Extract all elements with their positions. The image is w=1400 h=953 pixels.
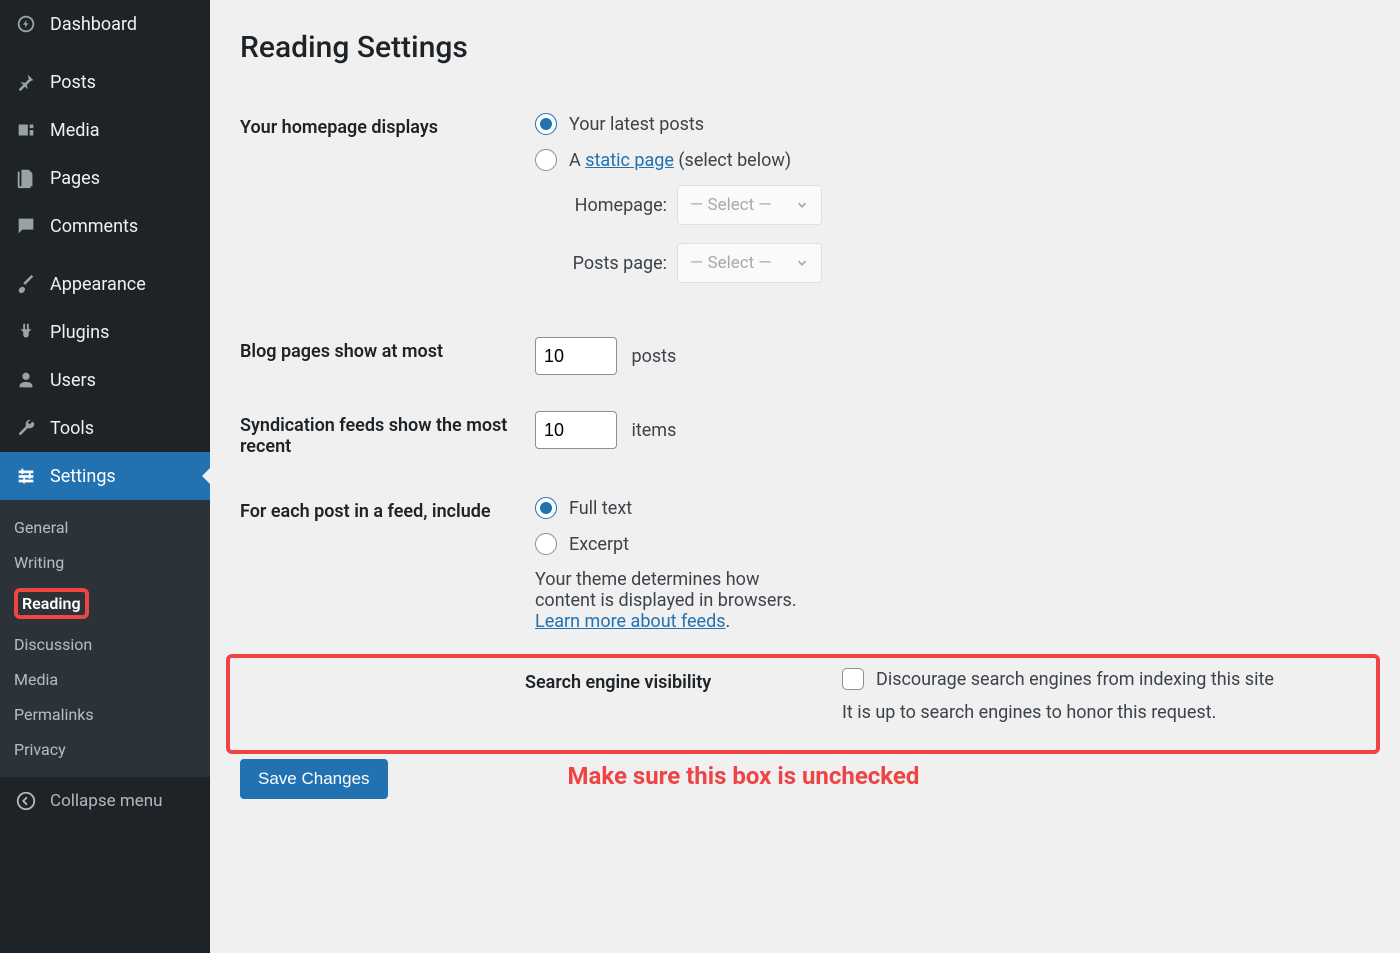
pages-icon [14, 166, 38, 190]
settings-form: Your homepage displays Your latest posts… [240, 95, 1370, 741]
admin-sidebar: Dashboard Posts Media Pages Comments App… [0, 0, 210, 953]
settings-icon [14, 464, 38, 488]
submenu-reading[interactable]: Reading [0, 580, 210, 627]
sidebar-label: Users [50, 370, 96, 391]
comments-icon [14, 214, 38, 238]
sidebar-label: Comments [50, 216, 138, 237]
sidebar-item-posts[interactable]: Posts [0, 58, 210, 106]
sidebar-label: Dashboard [50, 14, 137, 35]
homepage-displays-label: Your homepage displays [240, 95, 525, 319]
postspage-select-label: Posts page: [557, 253, 667, 274]
sidebar-item-users[interactable]: Users [0, 356, 210, 404]
search-visibility-label: Search engine visibility [525, 650, 832, 741]
radio-full-text-label: Full text [569, 498, 632, 519]
radio-excerpt[interactable] [535, 533, 557, 555]
postspage-select[interactable]: — Select — [677, 243, 822, 283]
homepage-select[interactable]: — Select — [677, 185, 822, 225]
items-unit: items [631, 420, 676, 441]
submenu-discussion[interactable]: Discussion [0, 627, 210, 662]
collapse-label: Collapse menu [50, 791, 163, 811]
discourage-description: It is up to search engines to honor this… [842, 702, 1312, 723]
annotation-highlight-reading: Reading [14, 588, 89, 619]
sidebar-item-plugins[interactable]: Plugins [0, 308, 210, 356]
select-value: — Select — [690, 253, 772, 273]
sidebar-item-pages[interactable]: Pages [0, 154, 210, 202]
sidebar-item-comments[interactable]: Comments [0, 202, 210, 250]
sidebar-label: Plugins [50, 322, 109, 343]
user-icon [14, 368, 38, 392]
plugin-icon [14, 320, 38, 344]
sidebar-label: Appearance [50, 274, 146, 295]
submenu-privacy[interactable]: Privacy [0, 732, 210, 767]
annotation-text: Make sure this box is unchecked [568, 762, 920, 790]
media-icon [14, 118, 38, 142]
submenu-permalinks[interactable]: Permalinks [0, 697, 210, 732]
sidebar-label: Pages [50, 168, 100, 189]
submenu-general[interactable]: General [0, 510, 210, 545]
syndication-items-input[interactable] [535, 411, 617, 449]
sidebar-item-tools[interactable]: Tools [0, 404, 210, 452]
chevron-down-icon [795, 256, 809, 270]
sidebar-label: Tools [50, 418, 94, 439]
sidebar-item-media[interactable]: Media [0, 106, 210, 154]
learn-more-feeds-link[interactable]: Learn more about feeds [535, 611, 726, 632]
pushpin-icon [14, 70, 38, 94]
sidebar-label: Posts [50, 72, 96, 93]
radio-full-text[interactable] [535, 497, 557, 519]
dashboard-icon [14, 12, 38, 36]
wrench-icon [14, 416, 38, 440]
radio-latest-posts[interactable] [535, 113, 557, 135]
radio-static-page-label: A static page (select below) [569, 150, 791, 171]
select-value: — Select — [690, 195, 772, 215]
posts-unit: posts [631, 346, 676, 367]
main-content: Reading Settings Your homepage displays … [210, 0, 1400, 953]
homepage-select-label: Homepage: [557, 195, 667, 216]
submenu-writing[interactable]: Writing [0, 545, 210, 580]
feed-include-label: For each post in a feed, include [240, 479, 525, 650]
static-page-link[interactable]: static page [585, 150, 674, 171]
sidebar-label: Settings [50, 466, 116, 487]
collapse-menu-button[interactable]: Collapse menu [0, 777, 210, 825]
radio-static-page[interactable] [535, 149, 557, 171]
discourage-search-label: Discourage search engines from indexing … [876, 669, 1274, 690]
sidebar-item-dashboard[interactable]: Dashboard [0, 0, 210, 48]
discourage-search-checkbox[interactable] [842, 668, 864, 690]
collapse-icon [14, 789, 38, 813]
sidebar-item-settings[interactable]: Settings [0, 452, 210, 500]
brush-icon [14, 272, 38, 296]
settings-submenu: General Writing Reading Discussion Media… [0, 500, 210, 777]
radio-excerpt-label: Excerpt [569, 534, 629, 555]
submenu-media[interactable]: Media [0, 662, 210, 697]
syndication-label: Syndication feeds show the most recent [240, 393, 525, 479]
sidebar-label: Media [50, 120, 100, 141]
feed-description: Your theme determines how content is dis… [535, 569, 822, 632]
chevron-down-icon [795, 198, 809, 212]
sidebar-item-appearance[interactable]: Appearance [0, 260, 210, 308]
save-changes-button[interactable]: Save Changes [240, 759, 388, 799]
radio-latest-posts-label: Your latest posts [569, 114, 704, 135]
page-title: Reading Settings [240, 30, 1370, 65]
posts-per-page-input[interactable] [535, 337, 617, 375]
blog-pages-label: Blog pages show at most [240, 319, 525, 393]
